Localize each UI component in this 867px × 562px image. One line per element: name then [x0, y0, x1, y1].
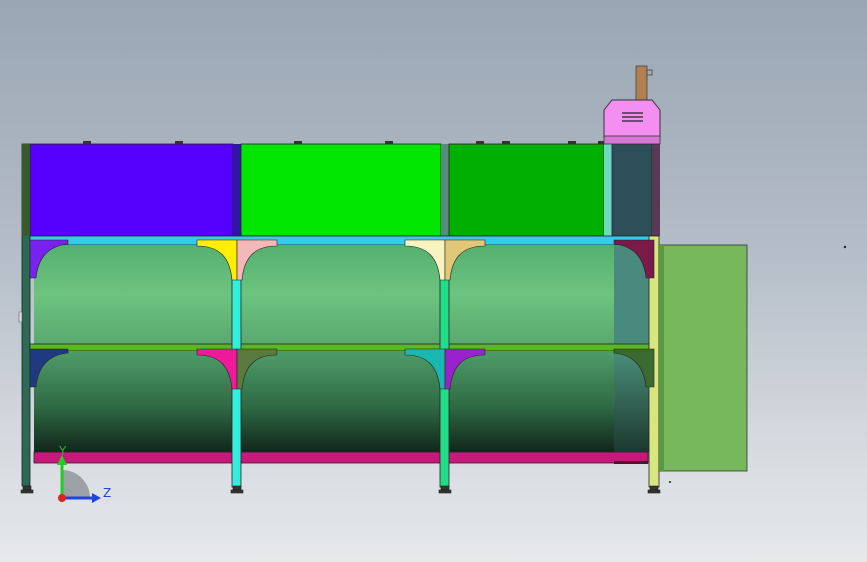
upper-tunnel[interactable]	[34, 245, 614, 344]
top-panel-gap-2	[441, 144, 449, 236]
top-clips	[83, 141, 606, 144]
left-frame-post-top	[22, 144, 30, 236]
top-panel-strip	[604, 144, 612, 236]
cad-3d-viewport[interactable]: Y Z	[0, 0, 867, 562]
side-enclosure-edge	[659, 245, 664, 471]
top-panel-blue[interactable]	[29, 143, 234, 237]
upper-rail[interactable]	[29, 235, 653, 246]
lower-tunnel[interactable]	[34, 351, 614, 452]
top-panel-green-light[interactable]	[240, 143, 442, 237]
z-axis-head	[92, 493, 101, 503]
motor-unit-housing[interactable]	[603, 99, 661, 139]
top-panel-green-dark[interactable]	[448, 143, 605, 237]
top-panel-end-cap	[652, 144, 660, 236]
z-axis-label: Z	[103, 486, 111, 500]
base-rail-tail	[614, 461, 648, 464]
left-side-tab	[18, 311, 23, 323]
top-panel-end-box[interactable]	[611, 143, 653, 237]
leveling-feet	[20, 485, 661, 494]
exhaust-pipe[interactable]	[635, 65, 648, 102]
marker-dot	[843, 245, 847, 249]
y-axis-label: Y	[58, 444, 67, 458]
motor-unit-base	[603, 135, 661, 145]
triad-origin	[58, 494, 66, 502]
side-enclosure[interactable]	[658, 244, 748, 472]
triad-plane	[62, 470, 90, 498]
top-panel-gap-1	[233, 144, 241, 236]
middle-rail[interactable]	[29, 343, 653, 352]
pipe-tab	[646, 69, 653, 76]
marker-dot-2	[669, 481, 671, 483]
base-rail[interactable]	[33, 451, 649, 464]
machine-model[interactable]: Y Z	[0, 0, 867, 562]
